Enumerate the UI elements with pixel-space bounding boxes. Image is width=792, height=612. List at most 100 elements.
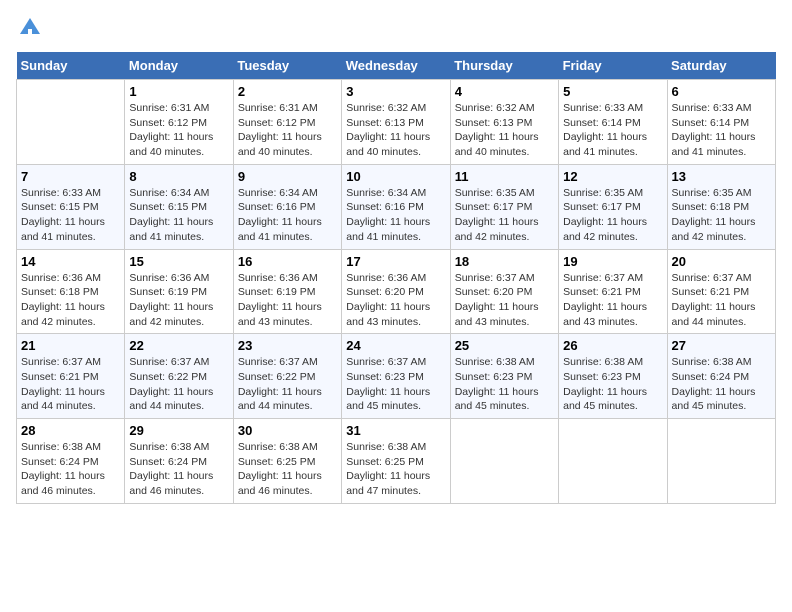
calendar-cell: 25 Sunrise: 6:38 AM Sunset: 6:23 PM Dayli… [450, 334, 558, 419]
header-day: Wednesday [342, 52, 450, 80]
day-number: 4 [455, 84, 554, 99]
calendar-cell: 18 Sunrise: 6:37 AM Sunset: 6:20 PM Dayli… [450, 249, 558, 334]
day-number: 19 [563, 254, 662, 269]
day-info: Sunrise: 6:35 AM Sunset: 6:17 PM Dayligh… [455, 186, 554, 245]
calendar-cell: 15 Sunrise: 6:36 AM Sunset: 6:19 PM Dayli… [125, 249, 233, 334]
day-info: Sunrise: 6:38 AM Sunset: 6:23 PM Dayligh… [563, 355, 662, 414]
day-info: Sunrise: 6:36 AM Sunset: 6:20 PM Dayligh… [346, 271, 445, 330]
day-number: 10 [346, 169, 445, 184]
calendar-cell: 19 Sunrise: 6:37 AM Sunset: 6:21 PM Dayli… [559, 249, 667, 334]
day-number: 25 [455, 338, 554, 353]
day-info: Sunrise: 6:38 AM Sunset: 6:24 PM Dayligh… [21, 440, 120, 499]
header-row: SundayMondayTuesdayWednesdayThursdayFrid… [17, 52, 776, 80]
day-number: 3 [346, 84, 445, 99]
header-day: Friday [559, 52, 667, 80]
day-number: 17 [346, 254, 445, 269]
header-day: Monday [125, 52, 233, 80]
day-info: Sunrise: 6:38 AM Sunset: 6:25 PM Dayligh… [346, 440, 445, 499]
calendar-cell: 28 Sunrise: 6:38 AM Sunset: 6:24 PM Dayli… [17, 419, 125, 504]
day-info: Sunrise: 6:36 AM Sunset: 6:18 PM Dayligh… [21, 271, 120, 330]
day-number: 12 [563, 169, 662, 184]
day-info: Sunrise: 6:37 AM Sunset: 6:21 PM Dayligh… [21, 355, 120, 414]
calendar-cell: 5 Sunrise: 6:33 AM Sunset: 6:14 PM Daylig… [559, 80, 667, 165]
day-number: 2 [238, 84, 337, 99]
day-number: 6 [672, 84, 771, 99]
calendar-cell: 9 Sunrise: 6:34 AM Sunset: 6:16 PM Daylig… [233, 164, 341, 249]
day-info: Sunrise: 6:34 AM Sunset: 6:16 PM Dayligh… [238, 186, 337, 245]
calendar-cell: 24Sunrise: 6:37 AM Sunset: 6:23 PM Dayli… [342, 334, 450, 419]
logo [16, 16, 44, 40]
day-info: Sunrise: 6:35 AM Sunset: 6:17 PM Dayligh… [563, 186, 662, 245]
header-day: Sunday [17, 52, 125, 80]
page-header [16, 16, 776, 40]
day-number: 18 [455, 254, 554, 269]
day-info: Sunrise: 6:38 AM Sunset: 6:23 PM Dayligh… [455, 355, 554, 414]
day-info: Sunrise: 6:33 AM Sunset: 6:14 PM Dayligh… [563, 101, 662, 160]
calendar-cell: 17 Sunrise: 6:36 AM Sunset: 6:20 PM Dayli… [342, 249, 450, 334]
day-info: Sunrise: 6:34 AM Sunset: 6:15 PM Dayligh… [129, 186, 228, 245]
day-number: 15 [129, 254, 228, 269]
header-day: Tuesday [233, 52, 341, 80]
calendar-cell: 27Sunrise: 6:38 AM Sunset: 6:24 PM Dayli… [667, 334, 775, 419]
day-number: 14 [21, 254, 120, 269]
calendar-cell: 22 Sunrise: 6:37 AM Sunset: 6:22 PM Dayli… [125, 334, 233, 419]
day-info: Sunrise: 6:32 AM Sunset: 6:13 PM Dayligh… [346, 101, 445, 160]
day-info: Sunrise: 6:37 AM Sunset: 6:21 PM Dayligh… [672, 271, 771, 330]
day-number: 22 [129, 338, 228, 353]
calendar-cell: 10 Sunrise: 6:34 AM Sunset: 6:16 PM Dayli… [342, 164, 450, 249]
calendar-cell: 14 Sunrise: 6:36 AM Sunset: 6:18 PM Dayli… [17, 249, 125, 334]
day-number: 28 [21, 423, 120, 438]
day-info: Sunrise: 6:34 AM Sunset: 6:16 PM Dayligh… [346, 186, 445, 245]
calendar-cell: 20 Sunrise: 6:37 AM Sunset: 6:21 PM Dayli… [667, 249, 775, 334]
day-number: 7 [21, 169, 120, 184]
calendar-table: SundayMondayTuesdayWednesdayThursdayFrid… [16, 52, 776, 504]
calendar-cell [667, 419, 775, 504]
calendar-cell: 7 Sunrise: 6:33 AM Sunset: 6:15 PM Daylig… [17, 164, 125, 249]
day-info: Sunrise: 6:36 AM Sunset: 6:19 PM Dayligh… [129, 271, 228, 330]
calendar-cell: 16Sunrise: 6:36 AM Sunset: 6:19 PM Dayli… [233, 249, 341, 334]
day-info: Sunrise: 6:37 AM Sunset: 6:21 PM Dayligh… [563, 271, 662, 330]
day-number: 26 [563, 338, 662, 353]
calendar-week-row: 28 Sunrise: 6:38 AM Sunset: 6:24 PM Dayli… [17, 419, 776, 504]
calendar-cell: 1Sunrise: 6:31 AM Sunset: 6:12 PM Daylig… [125, 80, 233, 165]
day-number: 20 [672, 254, 771, 269]
day-number: 31 [346, 423, 445, 438]
calendar-week-row: 1Sunrise: 6:31 AM Sunset: 6:12 PM Daylig… [17, 80, 776, 165]
day-number: 13 [672, 169, 771, 184]
day-number: 5 [563, 84, 662, 99]
calendar-cell [450, 419, 558, 504]
day-info: Sunrise: 6:38 AM Sunset: 6:24 PM Dayligh… [129, 440, 228, 499]
day-info: Sunrise: 6:31 AM Sunset: 6:12 PM Dayligh… [129, 101, 228, 160]
calendar-cell: 6 Sunrise: 6:33 AM Sunset: 6:14 PM Daylig… [667, 80, 775, 165]
calendar-week-row: 14 Sunrise: 6:36 AM Sunset: 6:18 PM Dayli… [17, 249, 776, 334]
day-number: 30 [238, 423, 337, 438]
calendar-cell: 12 Sunrise: 6:35 AM Sunset: 6:17 PM Dayli… [559, 164, 667, 249]
calendar-cell: 21Sunrise: 6:37 AM Sunset: 6:21 PM Dayli… [17, 334, 125, 419]
header-day: Saturday [667, 52, 775, 80]
header-day: Thursday [450, 52, 558, 80]
calendar-week-row: 7 Sunrise: 6:33 AM Sunset: 6:15 PM Daylig… [17, 164, 776, 249]
day-number: 8 [129, 169, 228, 184]
day-info: Sunrise: 6:33 AM Sunset: 6:14 PM Dayligh… [672, 101, 771, 160]
calendar-cell: 26 Sunrise: 6:38 AM Sunset: 6:23 PM Dayli… [559, 334, 667, 419]
day-info: Sunrise: 6:33 AM Sunset: 6:15 PM Dayligh… [21, 186, 120, 245]
day-info: Sunrise: 6:31 AM Sunset: 6:12 PM Dayligh… [238, 101, 337, 160]
day-info: Sunrise: 6:37 AM Sunset: 6:22 PM Dayligh… [129, 355, 228, 414]
calendar-cell [559, 419, 667, 504]
calendar-cell: 2 Sunrise: 6:31 AM Sunset: 6:12 PM Daylig… [233, 80, 341, 165]
day-info: Sunrise: 6:37 AM Sunset: 6:20 PM Dayligh… [455, 271, 554, 330]
calendar-cell: 11Sunrise: 6:35 AM Sunset: 6:17 PM Dayli… [450, 164, 558, 249]
day-number: 24 [346, 338, 445, 353]
calendar-week-row: 21Sunrise: 6:37 AM Sunset: 6:21 PM Dayli… [17, 334, 776, 419]
day-info: Sunrise: 6:32 AM Sunset: 6:13 PM Dayligh… [455, 101, 554, 160]
day-info: Sunrise: 6:37 AM Sunset: 6:22 PM Dayligh… [238, 355, 337, 414]
day-info: Sunrise: 6:38 AM Sunset: 6:24 PM Dayligh… [672, 355, 771, 414]
calendar-cell: 30 Sunrise: 6:38 AM Sunset: 6:25 PM Dayli… [233, 419, 341, 504]
day-info: Sunrise: 6:38 AM Sunset: 6:25 PM Dayligh… [238, 440, 337, 499]
day-info: Sunrise: 6:36 AM Sunset: 6:19 PM Dayligh… [238, 271, 337, 330]
day-number: 23 [238, 338, 337, 353]
logo-icon [18, 16, 42, 40]
day-number: 9 [238, 169, 337, 184]
day-info: Sunrise: 6:35 AM Sunset: 6:18 PM Dayligh… [672, 186, 771, 245]
calendar-cell: 23 Sunrise: 6:37 AM Sunset: 6:22 PM Dayli… [233, 334, 341, 419]
